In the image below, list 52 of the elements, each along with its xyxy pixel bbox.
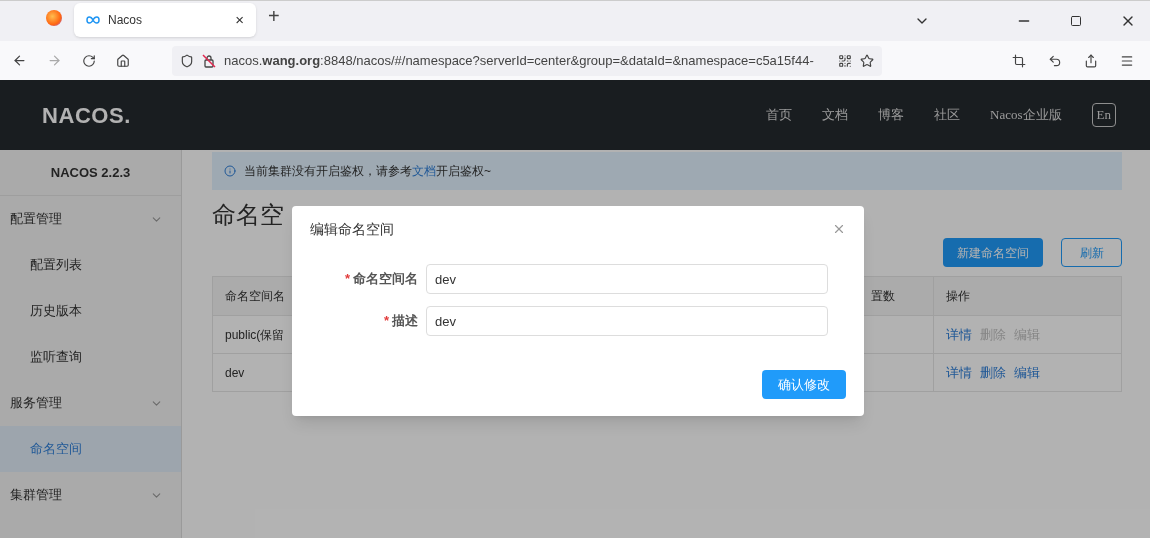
table-cell-text: dev [224, 364, 246, 382]
back-icon[interactable] [12, 53, 27, 68]
nav-link[interactable]: Nacos企业版 [990, 105, 1062, 125]
infinity-icon [86, 16, 100, 24]
reload-icon[interactable] [82, 53, 96, 68]
language-button[interactable]: En [1091, 103, 1116, 127]
page-title: 命名空 [212, 200, 284, 230]
sidebar-item[interactable]: 集群管理 [0, 472, 181, 518]
input-field[interactable]: dev [426, 264, 828, 294]
address-bar[interactable]: nacos.wang.org:8848/nacos/#/namespace?serverId=center&group=&dataId=&namespace=c5a15f44- [172, 45, 882, 76]
action-link[interactable]: 详情 [946, 362, 972, 383]
sidebar-item[interactable]: 配置管理 [0, 196, 181, 242]
undo-icon[interactable] [1048, 53, 1062, 68]
column-header: 命名空间名 [224, 288, 286, 305]
home-icon[interactable] [116, 53, 130, 68]
action-link[interactable]: 编辑 [1014, 362, 1040, 383]
sidebar-title: NACOS 2.2.3 [0, 150, 181, 196]
field-label: * 描述 [382, 312, 419, 331]
sidebar-item[interactable]: 监听查询 [0, 334, 181, 380]
info-icon [224, 165, 236, 177]
field-label: * 命名空间名 [343, 270, 419, 289]
table-cell-text: public(保留 [224, 326, 286, 344]
crop-icon[interactable] [1012, 53, 1026, 68]
share-icon[interactable] [1084, 53, 1098, 68]
maximize-icon[interactable] [1070, 15, 1082, 27]
tab-close-button[interactable]: × [235, 8, 244, 32]
new-tab-button[interactable]: + [268, 1, 280, 31]
nav-link[interactable]: 首页 [766, 105, 793, 125]
alert-text: 当前集群没有开启鉴权，请参考文档开启鉴权~ [244, 163, 491, 180]
insecure-lock-icon [202, 53, 216, 68]
nacos-logo: NACOS. [42, 101, 131, 130]
url-text: nacos.wang.org:8848/nacos/#/namespace?serverId=center&group=&dataId=&namespace=c5a15f44- [224, 51, 815, 70]
menu-icon[interactable] [1120, 53, 1134, 68]
required-mark: * [383, 313, 389, 329]
qr-code-icon[interactable] [838, 53, 852, 68]
column-header: 操作 [933, 277, 1121, 315]
sidebar-item[interactable]: 服务管理 [0, 380, 181, 426]
shield-icon [180, 53, 194, 68]
nav-link[interactable]: 博客 [878, 105, 905, 125]
sidebar-item[interactable]: 配置列表 [0, 242, 181, 288]
dialog-title: 编辑命名空间 [310, 219, 395, 239]
action-link[interactable]: 删除 [980, 362, 1006, 383]
required-mark: * [344, 271, 350, 287]
action-link[interactable]: 详情 [946, 324, 972, 345]
browser-tab[interactable]: Nacos × [74, 3, 256, 37]
nav-link[interactable]: 社区 [934, 105, 961, 125]
star-icon[interactable] [860, 53, 874, 68]
tab-title: Nacos [108, 12, 143, 29]
input-field[interactable]: dev [426, 306, 828, 336]
column-header: 置数 [870, 288, 896, 305]
sidebar-item[interactable]: 历史版本 [0, 288, 181, 334]
nav-link[interactable]: 文档 [822, 105, 849, 125]
